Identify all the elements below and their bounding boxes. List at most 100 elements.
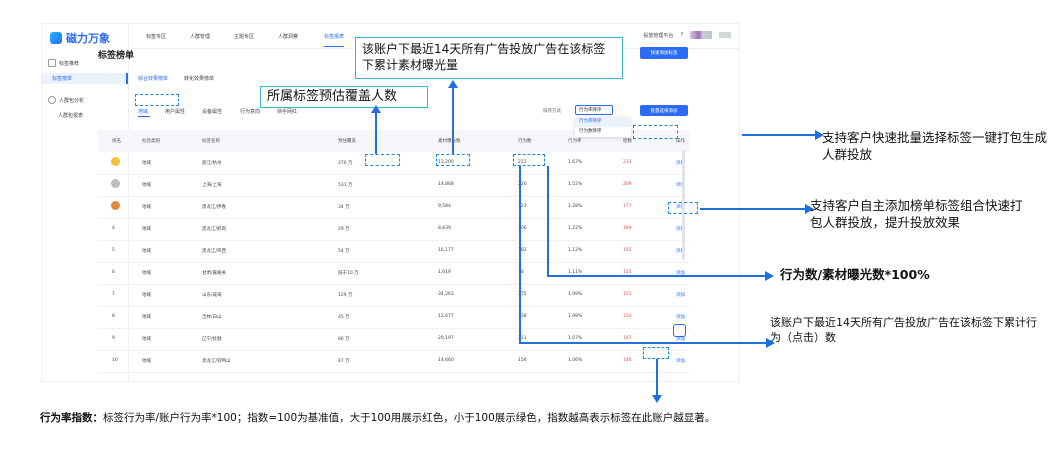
- tab-kol[interactable]: 快手网红: [277, 108, 297, 115]
- chat-icon[interactable]: [673, 324, 686, 337]
- highlight-actions: [513, 154, 545, 166]
- col-name: 标签名称: [202, 139, 220, 144]
- active-tab-underline: [138, 116, 150, 117]
- tab-user-attr[interactable]: 用户属性: [165, 108, 185, 115]
- highlight-overall-tab: [135, 94, 179, 106]
- arrow-rate-vertical: [547, 166, 549, 276]
- tab-conversion-ranking[interactable]: 转化效果榜单: [184, 75, 214, 82]
- table-row: 9 地域 辽宁/抚顺 86 万 29,197 311 1.07% 147 添加: [98, 328, 690, 351]
- cell-name: 甘肃/嘉峪关: [202, 271, 227, 276]
- arrow-coverage: [371, 105, 381, 154]
- cell-coverage: 129 万: [338, 293, 353, 298]
- cell-exposure: 14,660: [438, 358, 454, 363]
- ad-platform-link[interactable]: 投放管理平台: [643, 32, 673, 39]
- sidebar-item-crowd-report[interactable]: 人群包报表: [58, 112, 83, 119]
- cell-index: 151: [623, 292, 632, 297]
- col-rate[interactable]: 行为率: [568, 138, 582, 144]
- cell-category: 地域: [142, 337, 151, 342]
- batch-add-button[interactable]: 批量选择添加: [640, 105, 688, 116]
- cell-op[interactable]: 添加: [676, 358, 685, 364]
- sort-option[interactable]: 行为率降序: [575, 117, 631, 127]
- cell-index: 146: [623, 358, 632, 363]
- nav-crowd-manage[interactable]: 人群管理: [190, 33, 210, 40]
- col-index: 指数: [623, 139, 632, 144]
- cell-exposure: 8,639: [438, 226, 451, 231]
- cell-actions: 156: [518, 358, 527, 363]
- page-title: 标签榜单: [98, 51, 135, 61]
- tab-region[interactable]: 地域: [138, 108, 148, 115]
- cell-rate: 1.12%: [568, 248, 583, 253]
- rank-medal-icon: [111, 179, 120, 188]
- cell-coverage: 47 万: [338, 359, 350, 364]
- sidebar-item-tag-recommend[interactable]: 标签推荐: [48, 59, 79, 67]
- table-row: 8 地域 吉林/白山 45 万 12,677 138 1.09% 150 添加: [98, 306, 690, 329]
- cell-coverage: 低于10 万: [338, 271, 359, 276]
- coverage-annotation: 所属标签预估覆盖人数: [260, 86, 428, 108]
- avatar[interactable]: [690, 31, 712, 39]
- arrow-tip: [765, 271, 774, 281]
- sort-option[interactable]: 行为数降序: [575, 127, 631, 137]
- cell-rank: 6: [112, 270, 115, 275]
- sidebar-item-tag-ranking[interactable]: 标签榜单: [42, 73, 128, 84]
- index-title: 行为率指数：: [40, 412, 103, 424]
- cell-category: 地域: [142, 271, 151, 276]
- table-row: 地域 上海/上海 531 万 14,868 226 1.52% 209 添加: [98, 174, 690, 197]
- cell-rank: 9: [112, 336, 115, 341]
- cell-exposure: 9,584: [438, 204, 451, 209]
- cell-coverage: 45 万: [338, 315, 350, 320]
- highlight-coverage: [365, 154, 400, 166]
- sidebar-item-label: 标签榜单: [52, 76, 73, 82]
- table-row: 6地域甘肃/嘉峪关低于10 万1,619181.11%153添加: [98, 262, 690, 285]
- cell-rate: 1.52%: [568, 182, 583, 187]
- col-coverage[interactable]: 预估覆盖: [338, 138, 356, 144]
- cell-index: 177: [623, 204, 632, 209]
- cell-exposure: 29,197: [438, 336, 454, 341]
- cell-rank: 10: [112, 358, 118, 363]
- nav-topic-zone[interactable]: 主题专区: [234, 33, 254, 40]
- nav-tag-zone[interactable]: 标签专区: [146, 33, 166, 40]
- cell-exposure: 34,263: [438, 292, 454, 297]
- tab-device-attr[interactable]: 设备属性: [202, 108, 222, 115]
- table-row: 5 地域 黑龙江/鸡西 54 万 16,177 182 1.12% 155 添加: [98, 240, 690, 263]
- cell-category: 地域: [142, 205, 151, 210]
- sidebar-item-crowd-analysis[interactable]: 人群包分析: [48, 96, 84, 104]
- quick-add-tag-button[interactable]: 快速添加标签: [640, 47, 688, 59]
- arrow-exposure: [448, 80, 458, 154]
- cell-name: 吉林/白山: [202, 315, 222, 320]
- tab-behavior-intent[interactable]: 行为意向: [240, 108, 260, 115]
- cell-op[interactable]: 添加: [676, 292, 685, 298]
- index-body: 标签行为率/账户行为率*100；指数=100为基准值，大于100用展示红色，小于…: [103, 412, 716, 424]
- cell-rate: 1.67%: [568, 160, 583, 165]
- cell-name: 辽宁/抚顺: [202, 337, 222, 342]
- tab-overall-ranking[interactable]: 综合效果榜单: [138, 75, 168, 82]
- cell-category: 地域: [142, 293, 151, 298]
- cell-rate: 1.07%: [568, 336, 583, 341]
- cell-name: 黑龙江/伊春: [202, 205, 227, 210]
- sort-select[interactable]: 行为率降序: [575, 105, 613, 115]
- help-icon[interactable]: ?: [680, 32, 683, 38]
- nav-tag-report[interactable]: 标签报表: [324, 33, 345, 47]
- sidebar-item-label: 人群包分析: [59, 97, 85, 104]
- cell-op[interactable]: 添加: [676, 314, 685, 320]
- cell-coverage: 86 万: [338, 337, 350, 342]
- cell-rate: 1.09%: [568, 314, 583, 319]
- sort-dropdown: 行为率降序 行为数降序: [575, 117, 631, 137]
- nav-crowd-insight[interactable]: 人群洞察: [278, 33, 298, 40]
- table-row: 10 地域 黑龙江/双鸭山 47 万 14,660 156 1.06% 146 添加: [98, 350, 690, 373]
- logo-text: 磁力万象: [66, 32, 110, 45]
- col-exposure[interactable]: 素材曝光数: [438, 138, 461, 144]
- cell-category: 地域: [142, 227, 151, 232]
- account-name[interactable]: [719, 32, 731, 38]
- col-actions[interactable]: 行为数: [518, 138, 532, 144]
- top-right: 投放管理平台 ?: [643, 31, 731, 39]
- highlight-batch: [633, 125, 678, 139]
- cell-category: 地域: [142, 249, 151, 254]
- cell-rate: 1.22%: [568, 226, 583, 231]
- table-row: 地域 黑龙江/伊春 34 万 9,584 123 1.28% 177 添加: [98, 196, 690, 219]
- sidebar-item-label: 标签推荐: [59, 60, 80, 67]
- cell-category: 地域: [142, 359, 151, 364]
- arrow-batch: [742, 130, 824, 140]
- cell-exposure: 14,868: [438, 182, 454, 187]
- exposure-annotation: 该账户下最近14天所有广告投放广告在该标签下累计素材曝光量: [355, 37, 623, 79]
- cell-rank: 5: [112, 248, 115, 253]
